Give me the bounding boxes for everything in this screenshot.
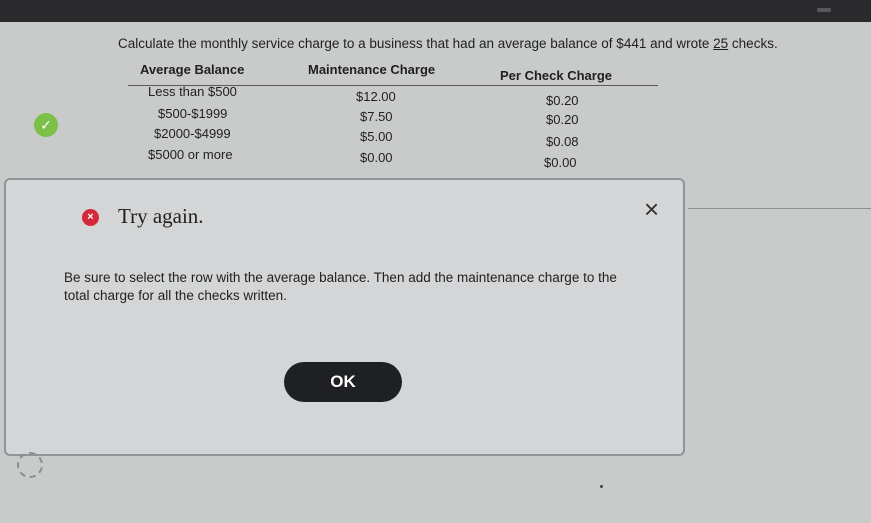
question-text: Calculate the monthly service charge to … bbox=[118, 36, 778, 51]
question-text-before: Calculate the monthly service charge to … bbox=[118, 36, 714, 51]
close-icon[interactable]: × bbox=[644, 196, 659, 222]
divider-line bbox=[688, 208, 871, 209]
table-cell: $12.00 bbox=[356, 89, 396, 104]
question-checks-count: 25 bbox=[713, 36, 729, 51]
table-cell: $2000-$4999 bbox=[154, 126, 231, 141]
dialog-message: Be sure to select the row with the avera… bbox=[64, 270, 617, 303]
table-header-per-check-charge: Per Check Charge bbox=[500, 68, 612, 83]
table-cell: $0.20 bbox=[546, 112, 579, 127]
table-cell: $0.00 bbox=[360, 150, 393, 165]
table-cell: $7.50 bbox=[360, 109, 393, 124]
table-cell: $500-$1999 bbox=[158, 106, 228, 121]
question-text-after: checks. bbox=[728, 36, 778, 51]
table-header-maintenance-charge: Maintenance Charge bbox=[308, 62, 436, 77]
table-cell: Less than $500 bbox=[148, 84, 237, 99]
error-x-icon: × bbox=[82, 209, 99, 226]
table-cell: $5.00 bbox=[360, 129, 393, 144]
feedback-dialog: × Try again. × Be sure to select the row… bbox=[4, 178, 685, 456]
table-cell: $0.00 bbox=[544, 155, 577, 170]
table-cell: $5000 or more bbox=[148, 147, 233, 162]
top-bar-handle bbox=[817, 8, 831, 12]
table-header-average-balance: Average Balance bbox=[140, 62, 245, 77]
table-cell: $0.08 bbox=[546, 134, 579, 149]
ok-button[interactable]: OK bbox=[284, 362, 402, 402]
check-icon: ✓ bbox=[34, 113, 58, 137]
stray-dot bbox=[600, 485, 603, 488]
dialog-title: Try again. bbox=[118, 204, 204, 228]
top-bar bbox=[0, 0, 871, 22]
answer-radio[interactable] bbox=[17, 452, 43, 478]
table-cell: $0.20 bbox=[546, 93, 579, 108]
